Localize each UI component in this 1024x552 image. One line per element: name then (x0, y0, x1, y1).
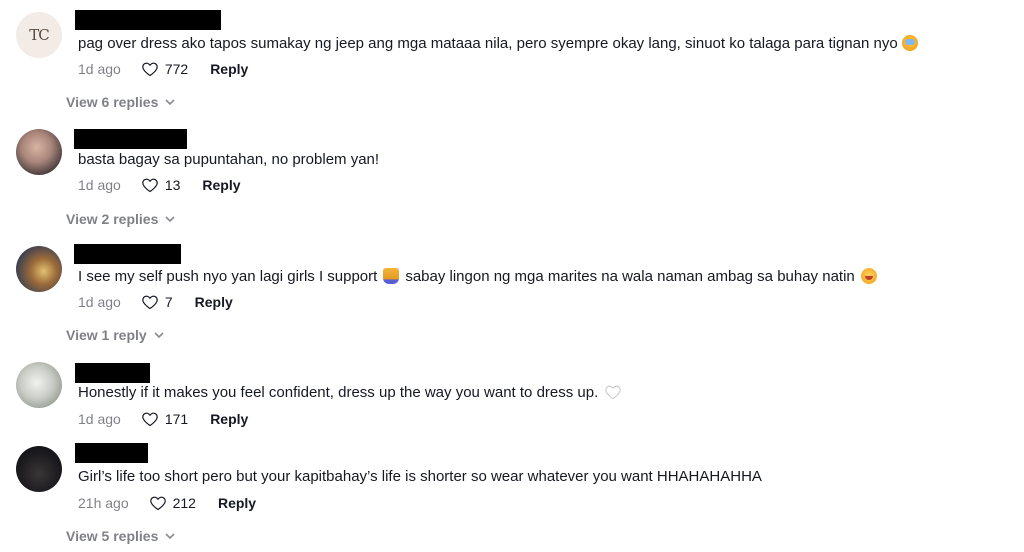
view-replies-button[interactable]: View 2 replies (66, 211, 176, 227)
timestamp: 21h ago (78, 495, 129, 511)
reply-button[interactable]: Reply (195, 294, 233, 310)
reply-button[interactable]: Reply (202, 177, 240, 193)
avatar[interactable]: TC (16, 12, 62, 58)
comment-text: basta bagay sa pupuntahan, no problem ya… (78, 151, 380, 168)
like-count: 171 (164, 411, 189, 427)
comment-meta: 21h ago 212 Reply (78, 495, 256, 511)
comment-text: Girl’s life too short pero but your kapi… (78, 468, 762, 485)
crying-face-icon (901, 35, 918, 51)
comment-meta: 1d ago 171 Reply (78, 411, 248, 427)
like-button[interactable]: 772 (141, 61, 188, 77)
comment-meta: 1d ago 772 Reply (78, 61, 248, 77)
like-button[interactable]: 171 (141, 411, 188, 427)
avatar[interactable] (16, 362, 62, 408)
chevron-down-icon (165, 216, 175, 223)
like-count: 13 (164, 177, 181, 193)
heart-icon (142, 295, 158, 310)
username-redacted (74, 129, 187, 149)
comment-text: pag over dress ako tapos sumakay ng jeep… (78, 35, 918, 53)
username-redacted (75, 443, 148, 463)
heart-icon (142, 62, 158, 77)
chevron-down-icon (154, 332, 164, 339)
like-button[interactable]: 212 (149, 495, 196, 511)
comment-text: Honestly if it makes you feel confident,… (78, 384, 622, 402)
avatar[interactable] (16, 129, 62, 175)
smiling-face-icon (860, 268, 877, 284)
folded-hands-icon (383, 268, 400, 284)
white-heart-icon (605, 385, 621, 400)
like-button[interactable]: 13 (141, 177, 181, 193)
view-replies-button[interactable]: View 1 reply (66, 327, 165, 343)
view-replies-button[interactable]: View 6 replies (66, 94, 176, 110)
view-replies-button[interactable]: View 5 replies (66, 528, 176, 544)
like-button[interactable]: 7 (141, 294, 173, 310)
reply-button[interactable]: Reply (210, 411, 248, 427)
username-redacted (75, 10, 221, 30)
chevron-down-icon (165, 533, 175, 540)
like-count: 212 (172, 495, 196, 511)
like-count: 7 (164, 294, 173, 310)
avatar[interactable] (16, 446, 62, 492)
timestamp: 1d ago (78, 177, 121, 193)
reply-button[interactable]: Reply (210, 61, 248, 77)
comment-meta: 1d ago 7 Reply (78, 294, 233, 310)
avatar-initials: TC (29, 26, 50, 44)
reply-button[interactable]: Reply (218, 495, 256, 511)
timestamp: 1d ago (78, 411, 121, 427)
username-redacted (74, 244, 181, 264)
heart-icon (142, 178, 158, 193)
chevron-down-icon (165, 99, 175, 106)
comment-meta: 1d ago 13 Reply (78, 177, 241, 193)
comment-text: I see my self push nyo yan lagi girls I … (78, 268, 877, 286)
username-redacted (75, 363, 150, 383)
avatar[interactable] (16, 246, 62, 292)
like-count: 772 (164, 61, 189, 77)
timestamp: 1d ago (78, 61, 121, 77)
heart-icon (149, 496, 166, 511)
timestamp: 1d ago (78, 294, 121, 310)
heart-icon (142, 412, 158, 427)
